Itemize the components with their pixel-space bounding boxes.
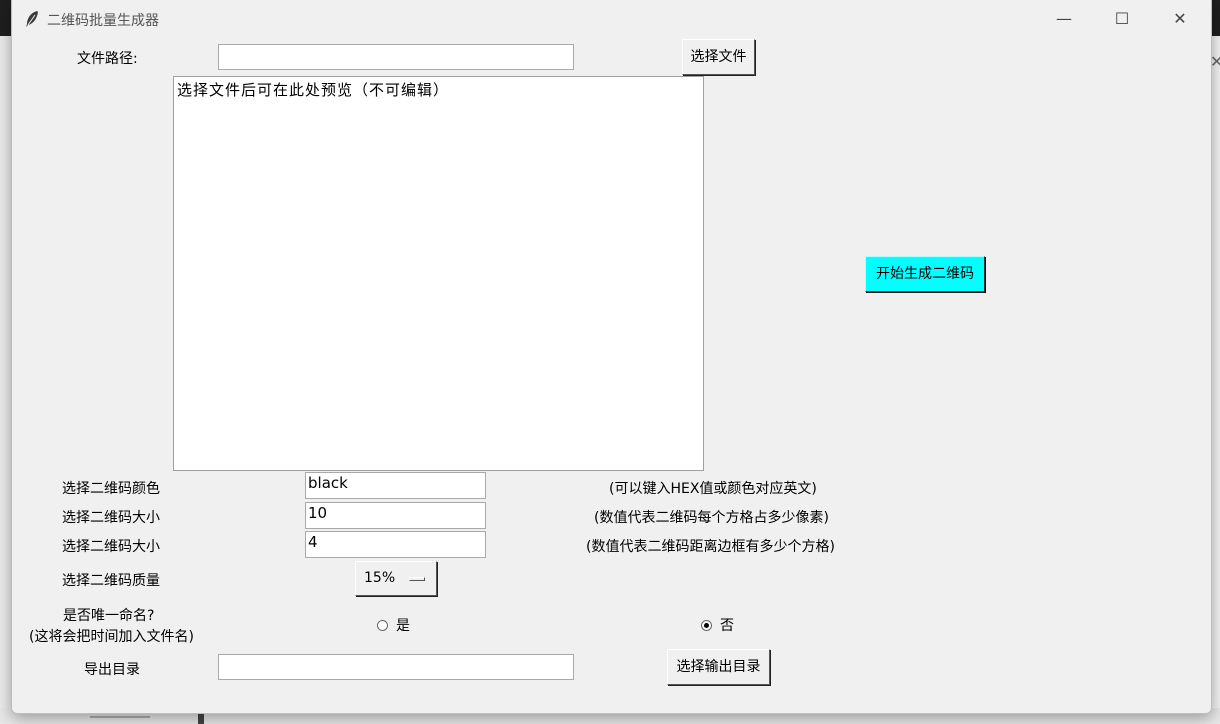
feather-icon bbox=[26, 11, 38, 27]
quality-label: 选择二维码质量 bbox=[62, 573, 160, 589]
border-label: 选择二维码大小 bbox=[62, 539, 160, 555]
radio-yes[interactable]: 是 bbox=[377, 615, 410, 635]
background-text-fragment bbox=[90, 716, 150, 724]
size-label: 选择二维码大小 bbox=[62, 510, 160, 526]
color-hint: (可以键入HEX值或颜色对应英文) bbox=[609, 481, 817, 497]
border-input[interactable]: 4 bbox=[305, 531, 486, 558]
color-label: 选择二维码颜色 bbox=[62, 481, 160, 497]
dropdown-indicator-icon bbox=[409, 577, 425, 581]
unique-name-label: 是否唯一命名? bbox=[63, 608, 155, 624]
quality-select[interactable]: 15% bbox=[355, 561, 437, 596]
border-hint: (数值代表二维码距离边框有多少个方格) bbox=[586, 539, 835, 555]
size-input[interactable]: 10 bbox=[305, 502, 486, 529]
generate-qr-button[interactable]: 开始生成二维码 bbox=[865, 256, 985, 292]
unique-name-sublabel: (这将会把时间加入文件名) bbox=[29, 629, 194, 645]
size-hint: (数值代表二维码每个方格占多少像素) bbox=[594, 510, 829, 526]
close-button[interactable]: ✕ bbox=[1151, 0, 1209, 38]
choose-file-button[interactable]: 选择文件 bbox=[682, 39, 755, 75]
radio-no[interactable]: 否 bbox=[701, 615, 734, 635]
radio-no-icon bbox=[701, 620, 712, 631]
title-bar[interactable]: 二维码批量生成器 — ☐ ✕ bbox=[12, 0, 1211, 38]
radio-yes-icon bbox=[377, 620, 388, 631]
window-title: 二维码批量生成器 bbox=[47, 13, 159, 29]
choose-output-dir-button[interactable]: 选择输出目录 bbox=[667, 649, 770, 685]
minimize-button[interactable]: — bbox=[1035, 0, 1093, 38]
main-window: 二维码批量生成器 — ☐ ✕ 文件路径: 选择文件 选择文件后可在此处预览（不可… bbox=[11, 0, 1212, 714]
radio-yes-label: 是 bbox=[396, 618, 410, 634]
radio-no-label: 否 bbox=[720, 618, 734, 634]
file-path-label: 文件路径: bbox=[77, 51, 138, 67]
export-dir-label: 导出目录 bbox=[84, 662, 140, 678]
file-path-input[interactable] bbox=[218, 44, 574, 70]
export-dir-input[interactable] bbox=[218, 654, 574, 680]
color-input[interactable]: black bbox=[305, 472, 486, 499]
quality-value: 15% bbox=[364, 570, 396, 586]
preview-textarea[interactable]: 选择文件后可在此处预览（不可编辑） bbox=[173, 76, 704, 471]
maximize-button[interactable]: ☐ bbox=[1093, 0, 1151, 38]
